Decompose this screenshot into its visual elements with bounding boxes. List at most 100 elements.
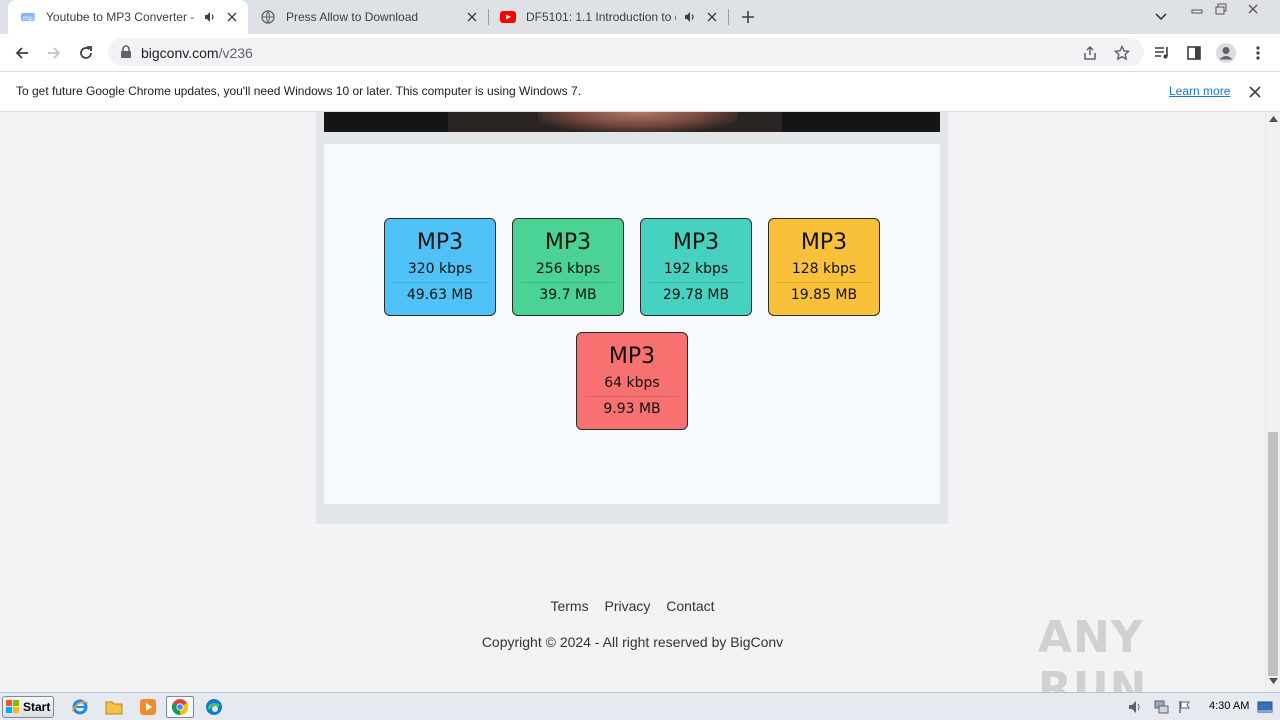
plus-icon <box>742 11 754 23</box>
url-host: bigconv.com <box>141 45 219 61</box>
contact-link[interactable]: Contact <box>666 598 714 614</box>
lock-icon <box>121 45 131 58</box>
size-label: 39.7 MB <box>539 287 597 303</box>
format-label: MP3 <box>416 230 464 255</box>
url-text: bigconv.com/v236 <box>141 45 253 61</box>
video-preview <box>324 112 940 132</box>
download-mp3-256-button[interactable]: MP3 256 kbps 39.7 MB <box>512 218 624 316</box>
privacy-link[interactable]: Privacy <box>604 598 650 614</box>
download-options-panel: MP3 320 kbps 49.63 MB MP3 256 kbps 39.7 … <box>324 144 940 504</box>
page-content: MP3 320 kbps 49.63 MB MP3 256 kbps 39.7 … <box>0 112 1265 692</box>
tab-df5101-youtube[interactable]: DF5101: 1.1 Introduction to dig <box>488 0 728 34</box>
anyrun-watermark: ANY RUN <box>1038 612 1148 692</box>
size-label: 49.63 MB <box>406 287 474 303</box>
share-icon <box>1084 45 1096 60</box>
scroll-up-arrow-icon <box>1269 116 1278 122</box>
download-mp3-320-button[interactable]: MP3 320 kbps 49.63 MB <box>384 218 496 316</box>
share-button[interactable] <box>1079 42 1101 64</box>
window-close-button[interactable] <box>1240 0 1266 18</box>
action-center-flag-icon[interactable] <box>1176 698 1194 716</box>
scroll-down-arrow-icon <box>1269 678 1278 684</box>
site-favicon-icon: mp3 <box>20 9 36 25</box>
forward-button[interactable] <box>40 39 68 67</box>
tab-close-icon[interactable] <box>222 12 242 22</box>
internet-explorer-icon[interactable] <box>66 696 94 718</box>
speaker-icon[interactable] <box>682 11 698 23</box>
bitrate-label: 64 kbps <box>604 375 660 391</box>
format-label: MP3 <box>672 230 720 255</box>
tab-youtube-mp3-converter[interactable]: mp3 Youtube to MP3 Converter - Fre <box>8 0 248 34</box>
divider <box>585 396 679 397</box>
divider <box>777 282 871 283</box>
edge-icon[interactable] <box>200 696 228 718</box>
arrow-right-icon <box>48 47 61 59</box>
format-label: MP3 <box>800 230 848 255</box>
reload-button[interactable] <box>72 39 100 67</box>
restore-button[interactable] <box>1208 0 1234 18</box>
youtube-icon <box>500 9 516 25</box>
update-infobar: To get future Google Chrome updates, you… <box>0 71 1280 112</box>
tab-close-icon[interactable] <box>702 12 722 22</box>
infobar-message: To get future Google Chrome updates, you… <box>16 84 582 98</box>
learn-more-link[interactable]: Learn more <box>1169 84 1230 98</box>
volume-tray-icon[interactable] <box>1126 698 1144 716</box>
size-label: 19.85 MB <box>790 287 858 303</box>
format-label: MP3 <box>608 344 656 369</box>
tab-separator <box>728 9 729 25</box>
size-label: 29.78 MB <box>662 287 730 303</box>
start-button[interactable]: Start <box>2 696 54 718</box>
speaker-icon[interactable] <box>202 11 218 23</box>
media-controls-button[interactable] <box>1148 39 1176 67</box>
chrome-taskbar-icon[interactable] <box>166 696 194 718</box>
bookmark-star-button[interactable] <box>1111 42 1133 64</box>
infobar-close-icon[interactable] <box>1247 84 1263 100</box>
tab-press-allow[interactable]: Press Allow to Download <box>248 0 488 34</box>
avatar-icon <box>1216 43 1236 63</box>
browser-toolbar: bigconv.com/v236 <box>0 34 1280 71</box>
divider <box>521 282 615 283</box>
tab-search-button[interactable] <box>1150 6 1172 28</box>
scrollbar-thumb[interactable] <box>1268 432 1278 676</box>
star-icon <box>1114 45 1130 61</box>
new-tab-button[interactable] <box>736 5 760 29</box>
menu-button[interactable] <box>1244 39 1272 67</box>
side-panel-icon <box>1187 46 1201 60</box>
side-panel-button[interactable] <box>1180 39 1208 67</box>
video-thumbnail <box>538 112 738 132</box>
tab-strip: mp3 Youtube to MP3 Converter - Fre Press… <box>0 0 1280 34</box>
download-mp3-192-button[interactable]: MP3 192 kbps 29.78 MB <box>640 218 752 316</box>
download-mp3-128-button[interactable]: MP3 128 kbps 19.85 MB <box>768 218 880 316</box>
address-bar[interactable]: bigconv.com/v236 <box>108 38 1144 66</box>
bitrate-label: 256 kbps <box>535 261 601 277</box>
file-explorer-icon[interactable] <box>100 696 128 718</box>
download-mp3-64-button[interactable]: MP3 64 kbps 9.93 MB <box>576 332 688 430</box>
windows-taskbar: Start 4:30 AM <box>0 692 1280 720</box>
show-desktop-icon[interactable] <box>1256 698 1274 716</box>
arrow-left-icon <box>15 47 28 59</box>
bitrate-label: 320 kbps <box>407 261 473 277</box>
bitrate-label: 128 kbps <box>791 261 857 277</box>
reload-icon <box>80 46 92 59</box>
url-path: /v236 <box>218 45 253 61</box>
tab-title: Press Allow to Download <box>286 10 419 24</box>
profile-button[interactable] <box>1212 39 1240 67</box>
windows-logo-icon <box>6 700 19 713</box>
kebab-menu-icon <box>1256 46 1260 60</box>
start-label: Start <box>23 700 51 714</box>
tab-close-icon[interactable] <box>462 12 482 22</box>
page-scrollbar[interactable] <box>1265 112 1280 692</box>
media-queue-icon <box>1155 47 1168 59</box>
chevron-down-icon <box>1155 13 1167 21</box>
terms-link[interactable]: Terms <box>550 598 588 614</box>
bitrate-label: 192 kbps <box>663 261 729 277</box>
network-tray-icon[interactable] <box>1152 698 1170 716</box>
tab-title: Youtube to MP3 Converter - Fre <box>46 10 196 24</box>
taskbar-clock: 4:30 AM <box>1209 700 1250 712</box>
minimize-button[interactable] <box>1184 0 1210 18</box>
size-label: 9.93 MB <box>603 401 661 417</box>
tab-title: DF5101: 1.1 Introduction to dig <box>526 10 676 24</box>
back-button[interactable] <box>8 39 36 67</box>
svg-text:mp3: mp3 <box>23 15 36 22</box>
media-player-icon[interactable] <box>134 696 162 718</box>
divider <box>649 282 743 283</box>
